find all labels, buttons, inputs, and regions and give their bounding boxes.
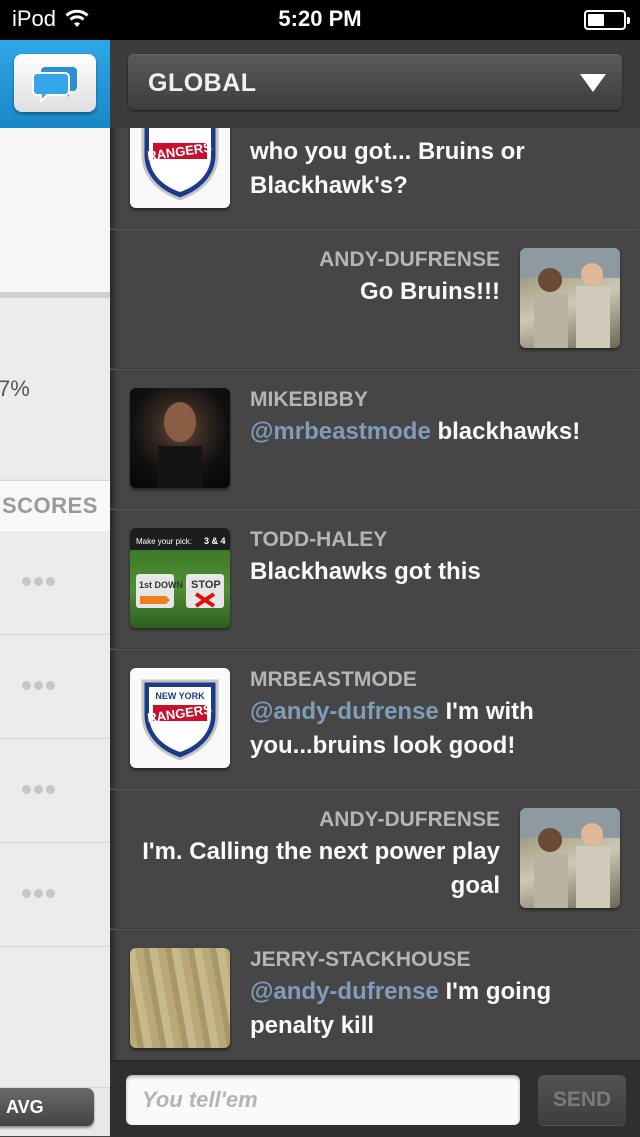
message-username[interactable]: TODD-HALEY xyxy=(250,528,387,552)
message-item: ANDY-DUFRENSE Go Bruins!!! xyxy=(110,228,640,369)
message-item: JERRY-STACKHOUSE @andy-dufrense I'm goin… xyxy=(110,928,640,1060)
message-item: Make your pick: 3 & 4 1st DOWN STOP TODD… xyxy=(110,508,640,649)
message-text: @andy-dufrense I'm with you...bruins loo… xyxy=(250,698,534,759)
chat-panel: GLOBAL RANGERS who you got... Bruins or … xyxy=(110,40,640,1137)
message-text: @andy-dufrense I'm going penalty kill xyxy=(250,978,552,1039)
score-row[interactable] xyxy=(0,843,110,947)
user-avatar-wood-floor[interactable] xyxy=(130,948,230,1048)
message-item: ANDY-DUFRENSE I'm. Calling the next powe… xyxy=(110,788,640,929)
portrait-photo-icon xyxy=(158,402,202,488)
avg-label: AVG xyxy=(6,1097,44,1117)
message-text: @mrbeastmode blackhawks! xyxy=(250,418,581,445)
game-screen-icon: Make your pick: 3 & 4 1st DOWN STOP xyxy=(136,536,226,608)
left-drawer: 7% SCORES AVG xyxy=(0,40,110,1136)
svg-text:3 & 4: 3 & 4 xyxy=(204,536,226,546)
mention-link[interactable]: @andy-dufrense xyxy=(250,698,439,725)
mention-link[interactable]: @andy-dufrense xyxy=(250,978,439,1005)
status-bar: iPod 5:20 PM xyxy=(0,0,640,40)
chat-header: GLOBAL xyxy=(110,40,640,128)
message-username[interactable]: ANDY-DUFRENSE xyxy=(319,808,500,832)
rangers-logo-avatar[interactable]: NEW YORK RANGERS xyxy=(130,668,230,768)
score-row[interactable] xyxy=(0,531,110,635)
message-text: I'm. Calling the next power play goal xyxy=(142,838,500,899)
score-row[interactable] xyxy=(0,635,110,739)
score-row[interactable] xyxy=(0,739,110,843)
percent-value: 7% xyxy=(0,376,30,401)
message-username[interactable]: JERRY-STACKHOUSE xyxy=(250,948,471,972)
rangers-logo-avatar[interactable]: RANGERS xyxy=(130,128,230,208)
chat-bubbles-icon xyxy=(32,67,77,103)
left-drawer-blank xyxy=(0,128,110,298)
left-drawer-header xyxy=(0,40,110,128)
score-row xyxy=(0,947,110,1088)
message-username[interactable]: ANDY-DUFRENSE xyxy=(319,248,500,272)
rangers-logo-icon: NEW YORK RANGERS xyxy=(141,679,219,761)
loading-dots-icon xyxy=(22,577,55,586)
people-photo-icon xyxy=(520,248,620,348)
user-avatar-two-men[interactable] xyxy=(520,808,620,908)
scores-label: SCORES xyxy=(2,493,98,518)
message-feed[interactable]: RANGERS who you got... Bruins or Blackha… xyxy=(110,128,640,1060)
message-text: Blackhawks got this xyxy=(250,558,481,585)
channel-dropdown[interactable]: GLOBAL xyxy=(128,54,622,110)
message-username[interactable]: MIKEBIBBY xyxy=(250,388,368,412)
chat-toggle-button[interactable] xyxy=(14,54,96,112)
svg-text:NEW YORK: NEW YORK xyxy=(155,691,205,701)
svg-text:STOP: STOP xyxy=(191,579,221,591)
clock: 5:20 PM xyxy=(278,6,362,31)
message-input[interactable] xyxy=(126,1075,520,1125)
message-item: MIKEBIBBY @mrbeastmode blackhawks! xyxy=(110,368,640,509)
left-drawer-stat: 7% xyxy=(0,298,110,478)
battery-icon xyxy=(584,10,630,30)
mention-link[interactable]: @mrbeastmode xyxy=(250,418,431,445)
message-text: who you got... Bruins or Blackhawk's? xyxy=(250,138,525,199)
message-text: Go Bruins!!! xyxy=(360,278,500,305)
send-button[interactable]: SEND xyxy=(538,1075,626,1125)
loading-dots-icon xyxy=(22,889,55,898)
user-avatar-portrait[interactable] xyxy=(130,388,230,488)
compose-bar: SEND xyxy=(110,1060,640,1137)
people-photo-icon xyxy=(520,808,620,908)
svg-text:1st DOWN: 1st DOWN xyxy=(139,580,183,590)
channel-label: GLOBAL xyxy=(148,69,257,97)
avg-button[interactable]: AVG xyxy=(0,1088,94,1126)
message-item: RANGERS who you got... Bruins or Blackha… xyxy=(110,128,640,229)
message-username[interactable]: MRBEASTMODE xyxy=(250,668,417,692)
dropdown-arrow-icon xyxy=(580,74,606,92)
user-avatar-two-men[interactable] xyxy=(520,248,620,348)
user-avatar-game[interactable]: Make your pick: 3 & 4 1st DOWN STOP xyxy=(130,528,230,628)
message-item: NEW YORK RANGERS MRBEASTMODE @andy-dufre… xyxy=(110,648,640,789)
scores-header: SCORES xyxy=(0,480,110,532)
rangers-logo-icon: RANGERS xyxy=(141,128,219,201)
loading-dots-icon xyxy=(22,681,55,690)
svg-text:Make your pick:: Make your pick: xyxy=(136,537,192,546)
loading-dots-icon xyxy=(22,785,55,794)
